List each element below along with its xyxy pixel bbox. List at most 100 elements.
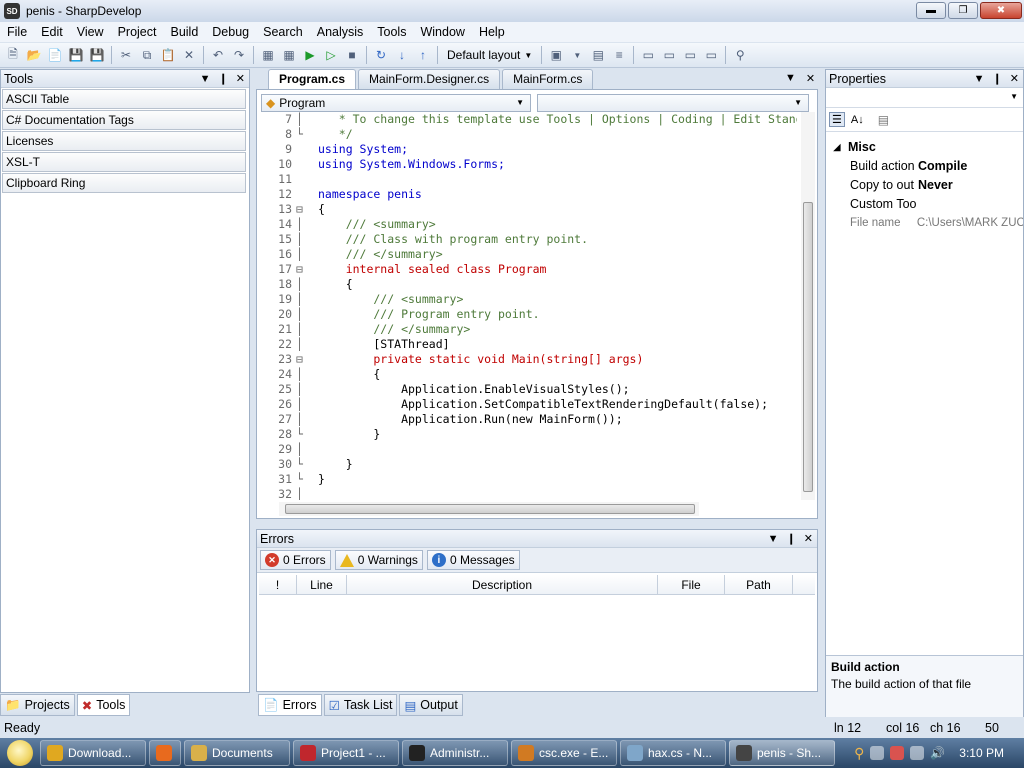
taskbar-app[interactable]: penis - Sh... [729, 740, 835, 766]
run-without-debugger-icon[interactable]: ▷ [322, 46, 340, 64]
errors-filter-button[interactable]: ✕ 0 Errors [260, 550, 331, 570]
pin-icon[interactable]: ❙ [219, 70, 228, 88]
tab-mainform-cs[interactable]: MainForm.cs [502, 69, 594, 89]
save-icon[interactable]: 💾 [67, 46, 85, 64]
chevron-down-icon[interactable]: ▼ [974, 70, 985, 88]
menu-build[interactable]: Build [163, 22, 205, 42]
close-icon[interactable]: ✕ [236, 70, 245, 88]
code-line[interactable]: 8 └ */ [257, 127, 797, 142]
menu-project[interactable]: Project [111, 22, 164, 42]
code-line[interactable]: 7 │ * To change this template use Tools |… [257, 112, 797, 127]
find-icon[interactable]: ⚲ [731, 46, 749, 64]
tab-mainform-designer-cs[interactable]: MainForm.Designer.cs [358, 69, 501, 89]
categorized-icon[interactable]: ☰ [829, 112, 845, 127]
copy-icon[interactable]: ⧉ [138, 46, 156, 64]
close-icon[interactable]: ✕ [806, 72, 815, 85]
code-line[interactable]: 24 │ { [257, 367, 797, 382]
taskbar-app[interactable]: Download... [40, 740, 146, 766]
chevron-down-icon[interactable]: ▼ [785, 72, 796, 85]
build-icon[interactable]: ▦ [259, 46, 277, 64]
code-line[interactable]: 12 namespace penis [257, 187, 797, 202]
menu-window[interactable]: Window [413, 22, 471, 42]
member-combo[interactable]: ▼ [537, 94, 809, 112]
taskbar-app[interactable]: hax.cs - N... [620, 740, 726, 766]
horizontal-scroll-thumb[interactable] [285, 504, 695, 514]
step-into-icon[interactable]: ↓ [393, 46, 411, 64]
code-line[interactable]: 22 │ [STAThread] [257, 337, 797, 352]
vertical-scrollbar[interactable] [801, 112, 815, 500]
layout-dropdown[interactable]: Default layout ▼ [443, 48, 536, 62]
column-file[interactable]: File [658, 575, 725, 594]
code-line[interactable]: 27 │ Application.Run(new MainForm()); [257, 412, 797, 427]
tab-tools[interactable]: ✖ Tools [76, 694, 131, 716]
minimize-button[interactable]: ▬ [916, 2, 946, 19]
vertical-scroll-thumb[interactable] [803, 202, 813, 492]
fold-marker[interactable]: ⊟ [296, 262, 318, 277]
column-priority[interactable]: ! [259, 575, 297, 594]
undo-icon[interactable]: ↶ [209, 46, 227, 64]
tool-item-csharp-doc-tags[interactable]: C# Documentation Tags [2, 110, 246, 130]
fold-marker[interactable]: ⊟ [296, 202, 318, 217]
menu-edit[interactable]: Edit [34, 22, 70, 42]
code-area[interactable]: 7 │ * To change this template use Tools |… [257, 112, 797, 500]
taskbar-app[interactable]: Administr... [402, 740, 508, 766]
bookmark-clear-icon[interactable]: ▭ [702, 46, 720, 64]
code-line[interactable]: 15 │ /// Class with program entry point. [257, 232, 797, 247]
tray-app-icon[interactable] [870, 746, 885, 760]
bookmark-toggle-icon[interactable]: ▭ [639, 46, 657, 64]
category-misc[interactable]: ◢ Misc [826, 138, 1023, 157]
close-icon[interactable]: ✕ [1010, 70, 1019, 88]
code-line[interactable]: 23 ⊟ private static void Main(string[] ar… [257, 352, 797, 367]
clock[interactable]: 3:10 PM [959, 746, 1004, 760]
step-over-icon[interactable]: ↻ [372, 46, 390, 64]
code-line[interactable]: 14 │ /// <summary> [257, 217, 797, 232]
code-line[interactable]: 19 │ /// <summary> [257, 292, 797, 307]
menu-file[interactable]: File [0, 22, 34, 42]
menu-help[interactable]: Help [472, 22, 512, 42]
property-copy-to-output[interactable]: Copy to out Never [826, 176, 1023, 195]
code-line[interactable]: 32 │ [257, 487, 797, 500]
save-all-icon[interactable]: 💾 [88, 46, 106, 64]
comment-icon[interactable]: ▤ [589, 46, 607, 64]
tab-program-cs[interactable]: Program.cs [268, 69, 357, 89]
code-line[interactable]: 29 │ [257, 442, 797, 457]
taskbar-app[interactable]: Documents [184, 740, 290, 766]
code-line[interactable]: 21 │ /// </summary> [257, 322, 797, 337]
menu-view[interactable]: View [70, 22, 111, 42]
volume-icon[interactable]: 🔊 [930, 746, 945, 760]
code-line[interactable]: 17 ⊟ internal sealed class Program [257, 262, 797, 277]
tray-security-icon[interactable] [890, 746, 905, 760]
bookmark-icon[interactable]: ▣ [547, 46, 565, 64]
code-line[interactable]: 25 │ Application.EnableVisualStyles(); [257, 382, 797, 397]
bookmark-next-icon[interactable]: ▭ [681, 46, 699, 64]
code-line[interactable]: 9 using System; [257, 142, 797, 157]
property-file-name[interactable]: File name C:\Users\MARK ZUC [826, 214, 1023, 233]
horizontal-scrollbar[interactable] [279, 502, 699, 516]
new-file-icon[interactable]: 🗎 [4, 46, 22, 64]
property-pages-icon[interactable]: ▤ [878, 113, 889, 127]
close-icon[interactable]: ✕ [804, 530, 813, 548]
column-description[interactable]: Description [347, 575, 658, 594]
tool-item-ascii-table[interactable]: ASCII Table [2, 89, 246, 109]
taskbar-app[interactable]: Project1 - ... [293, 740, 399, 766]
warnings-filter-button[interactable]: 0 Warnings [334, 550, 423, 570]
chevron-down-icon[interactable]: ▼ [568, 46, 586, 64]
code-line[interactable]: 30 └ } [257, 457, 797, 472]
tool-item-clipboard-ring[interactable]: Clipboard Ring [2, 173, 246, 193]
column-path[interactable]: Path [725, 575, 793, 594]
taskbar-app[interactable] [149, 740, 181, 766]
delete-icon[interactable]: ✕ [180, 46, 198, 64]
code-line[interactable]: 13 ⊟{ [257, 202, 797, 217]
code-line[interactable]: 28 └ } [257, 427, 797, 442]
search-icon[interactable]: ⚲ [854, 745, 864, 762]
tab-projects[interactable]: 📁 Projects [0, 694, 75, 716]
class-combo[interactable]: ◆ Program ▼ [261, 94, 531, 112]
tab-output[interactable]: ▤ Output [399, 694, 463, 716]
run-icon[interactable]: ▶ [301, 46, 319, 64]
taskbar-app[interactable]: csc.exe - E... [511, 740, 617, 766]
indent-icon[interactable]: ≡ [610, 46, 628, 64]
pin-icon[interactable]: ❙ [787, 530, 796, 548]
network-icon[interactable] [910, 746, 925, 760]
code-line[interactable]: 31 └} [257, 472, 797, 487]
step-out-icon[interactable]: ↑ [414, 46, 432, 64]
